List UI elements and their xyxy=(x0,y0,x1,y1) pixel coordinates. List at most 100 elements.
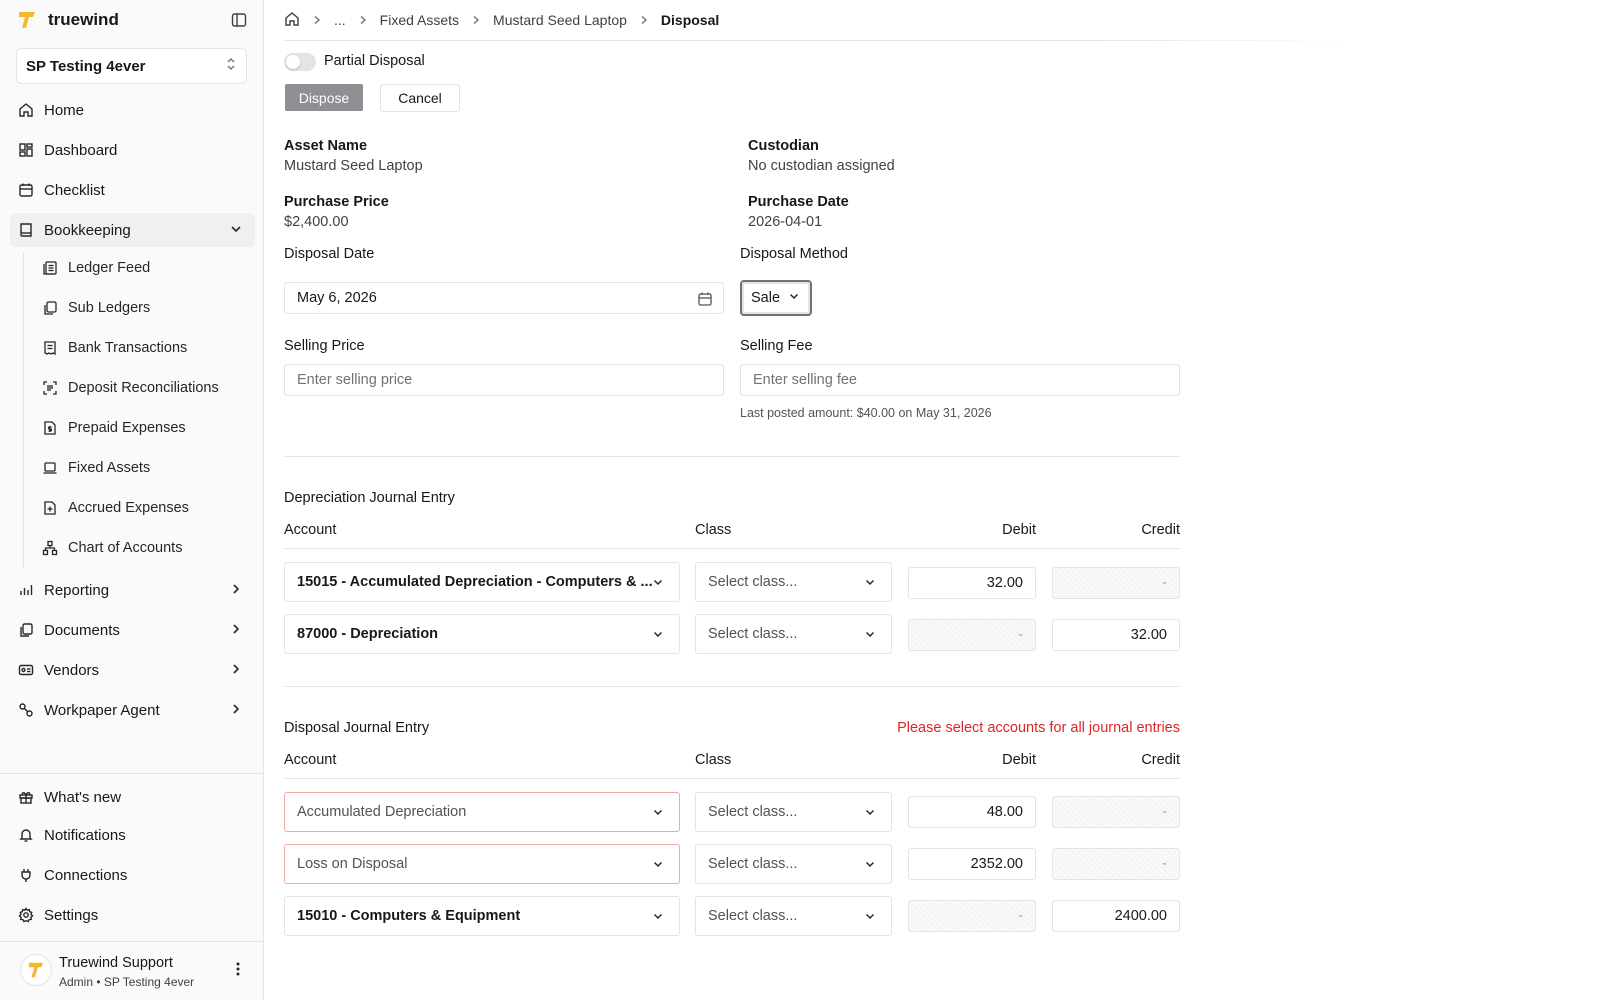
sidebar-item-dashboard[interactable]: Dashboard xyxy=(10,133,255,167)
account-value: Accumulated Depreciation xyxy=(297,804,467,820)
cancel-button[interactable]: Cancel xyxy=(380,84,460,112)
sidebar-item-vendors[interactable]: Vendors xyxy=(10,653,255,687)
sidebar-item-checklist[interactable]: Checklist xyxy=(10,173,255,207)
sidebar-item-label: Reporting xyxy=(44,581,110,599)
calendar-icon[interactable] xyxy=(697,291,713,307)
sidebar-item-prepaid-expenses[interactable]: Prepaid Expenses xyxy=(34,411,254,445)
sidebar-item-whats-new[interactable]: What's new xyxy=(10,780,255,814)
disposal-row-2-class-select[interactable]: Select class... xyxy=(695,844,892,884)
class-placeholder: Select class... xyxy=(708,574,798,590)
selling-fee-placeholder: Enter selling fee xyxy=(753,372,857,388)
chevron-right-icon xyxy=(229,702,243,716)
col-class: Class xyxy=(695,522,732,538)
disposal-row-1-account-select[interactable]: Accumulated Depreciation xyxy=(284,792,680,832)
class-placeholder: Select class... xyxy=(708,856,798,872)
partial-disposal-toggle[interactable] xyxy=(284,53,316,71)
sidebar-item-documents[interactable]: Documents xyxy=(10,613,255,647)
chevron-right-icon xyxy=(358,15,368,25)
col-debit: Debit xyxy=(1002,522,1036,538)
sidebar-item-label: What's new xyxy=(44,788,122,806)
depreciation-row-2-account-select[interactable]: 87000 - Depreciation xyxy=(284,614,680,654)
sidebar-item-bookkeeping[interactable]: Bookkeeping xyxy=(10,213,255,247)
chevron-down-icon xyxy=(863,627,877,641)
chevron-right-icon xyxy=(639,15,649,25)
user-name: Truewind Support xyxy=(59,955,173,971)
submenu-guide-line xyxy=(23,252,24,568)
sidebar-item-label: Notifications xyxy=(44,826,126,844)
depreciation-row-1-debit[interactable]: 32.00 xyxy=(908,567,1036,599)
home-icon[interactable] xyxy=(284,11,300,30)
depreciation-row-1-class-select[interactable]: Select class... xyxy=(695,562,892,602)
chevron-down-icon xyxy=(651,575,665,589)
sidebar-item-fixed-assets[interactable]: Fixed Assets xyxy=(34,451,254,485)
disposal-date-input[interactable]: May 6, 2026 xyxy=(284,282,724,314)
truewind-logo-icon xyxy=(16,9,38,31)
sidebar-item-connections[interactable]: Connections xyxy=(10,858,255,892)
selling-price-input[interactable]: Enter selling price xyxy=(284,364,724,396)
sidebar-item-notifications[interactable]: Notifications xyxy=(10,818,255,852)
breadcrumb-asset[interactable]: Mustard Seed Laptop xyxy=(493,12,627,28)
brand[interactable]: truewind xyxy=(16,8,119,32)
sidebar-item-deposit-reconciliations[interactable]: Deposit Reconciliations xyxy=(34,371,254,405)
sidebar: truewind SP Testing 4ever Home Dashboard… xyxy=(0,0,264,1000)
sidebar-item-label: Workpaper Agent xyxy=(44,701,160,719)
asset-name-label: Asset Name xyxy=(284,138,368,154)
chevron-down-icon xyxy=(651,909,665,923)
sidebar-item-sub-ledgers[interactable]: Sub Ledgers xyxy=(34,291,254,325)
depreciation-row-2-credit[interactable]: 32.00 xyxy=(1052,619,1180,651)
depreciation-je-title: Depreciation Journal Entry xyxy=(284,490,455,506)
breadcrumb-fixed-assets[interactable]: Fixed Assets xyxy=(380,12,459,28)
sidebar-toggle-icon[interactable] xyxy=(228,10,250,30)
disposal-row-2-account-select[interactable]: Loss on Disposal xyxy=(284,844,680,884)
disposal-row-2-debit[interactable]: 2352.00 xyxy=(908,848,1036,880)
sidebar-item-ledger-feed[interactable]: Ledger Feed xyxy=(34,251,254,285)
header-divider xyxy=(284,40,1354,41)
disposal-method-select[interactable]: Sale xyxy=(740,280,812,316)
depreciation-row-1-account-select[interactable]: 15015 - Accumulated Depreciation - Compu… xyxy=(284,562,680,602)
disposal-row-2-credit: - xyxy=(1052,848,1180,880)
chevron-right-icon xyxy=(312,15,322,25)
depreciation-row-2-class-select[interactable]: Select class... xyxy=(695,614,892,654)
gear-icon xyxy=(18,907,34,923)
sidebar-item-accrued-expenses[interactable]: Accrued Expenses xyxy=(34,491,254,525)
selling-fee-input[interactable]: Enter selling fee xyxy=(740,364,1180,396)
chevron-down-icon xyxy=(863,857,877,871)
organization-select[interactable]: SP Testing 4ever xyxy=(16,48,247,84)
chevron-right-icon xyxy=(229,622,243,636)
disposal-row-1-class-select[interactable]: Select class... xyxy=(695,792,892,832)
section-divider xyxy=(284,456,1180,457)
sidebar-item-label: Bookkeeping xyxy=(44,221,131,239)
more-vertical-icon[interactable] xyxy=(230,960,246,978)
breadcrumb: ... Fixed Assets Mustard Seed Laptop Dis… xyxy=(284,10,719,30)
sidebar-item-settings[interactable]: Settings xyxy=(10,898,255,932)
brand-name: truewind xyxy=(48,10,119,29)
class-placeholder: Select class... xyxy=(708,804,798,820)
sidebar-item-home[interactable]: Home xyxy=(10,93,255,127)
table-header-rule xyxy=(284,548,1180,549)
sidebar-item-reporting[interactable]: Reporting xyxy=(10,573,255,607)
organization-name: SP Testing 4ever xyxy=(26,57,146,75)
custodian-value: No custodian assigned xyxy=(748,158,895,174)
account-value: 15010 - Computers & Equipment xyxy=(297,908,521,924)
book-icon xyxy=(18,222,34,238)
disposal-row-1-debit[interactable]: 48.00 xyxy=(908,796,1036,828)
disposal-method-value: Sale xyxy=(751,290,781,306)
sidebar-item-bank-transactions[interactable]: Bank Transactions xyxy=(34,331,254,365)
purchase-price-label: Purchase Price xyxy=(284,194,389,210)
file-plus-icon xyxy=(42,500,58,516)
sidebar-item-label: Chart of Accounts xyxy=(68,540,183,556)
disposal-row-3-credit[interactable]: 2400.00 xyxy=(1052,900,1180,932)
sidebar-item-chart-of-accounts[interactable]: Chart of Accounts xyxy=(34,531,254,565)
user-role: Admin • SP Testing 4ever xyxy=(59,975,195,989)
depreciation-row-2-debit: - xyxy=(908,619,1036,651)
chevrons-up-down-icon xyxy=(225,57,237,75)
disposal-row-3-class-select[interactable]: Select class... xyxy=(695,896,892,936)
sidebar-item-workpaper-agent[interactable]: Workpaper Agent xyxy=(10,693,255,727)
dispose-button[interactable]: Dispose xyxy=(285,84,363,111)
disposal-row-3-account-select[interactable]: 15010 - Computers & Equipment xyxy=(284,896,680,936)
copy-icon xyxy=(42,300,58,316)
sidebar-item-label: Ledger Feed xyxy=(68,260,151,276)
user-menu[interactable]: Truewind Support Admin • SP Testing 4eve… xyxy=(20,950,256,992)
class-placeholder: Select class... xyxy=(708,908,798,924)
breadcrumb-ellipsis[interactable]: ... xyxy=(334,12,346,28)
